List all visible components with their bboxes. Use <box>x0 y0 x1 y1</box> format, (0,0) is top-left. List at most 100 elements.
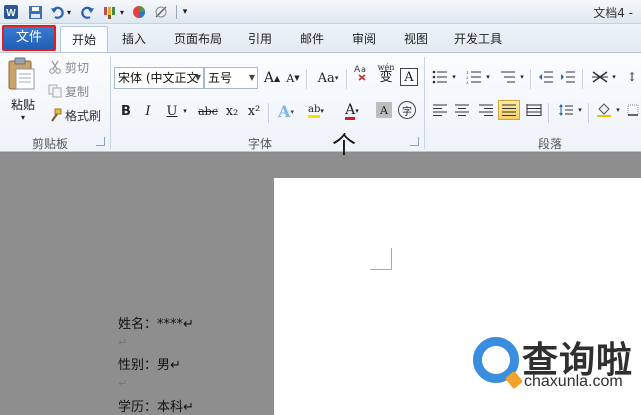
underline-dropdown-icon[interactable]: ▾ <box>180 101 190 121</box>
toolbar-divider <box>582 69 583 89</box>
color-wheel-icon[interactable] <box>130 2 148 22</box>
tab-file[interactable]: 文件 <box>2 25 56 51</box>
shading-dropdown-icon[interactable]: ▾ <box>614 100 622 120</box>
document-heading[interactable]: 个 <box>332 125 356 160</box>
shrink-font-icon: A <box>286 71 295 85</box>
group-separator <box>110 57 111 149</box>
tab-insert[interactable]: 插入 <box>114 26 154 52</box>
paste-dropdown-icon[interactable]: ▾ <box>6 113 40 122</box>
doc-line-name[interactable]: 姓名：****↵ <box>118 313 194 332</box>
char-border-button[interactable]: A <box>400 68 418 86</box>
save-icon[interactable] <box>26 2 44 22</box>
doc-line-education[interactable]: 学历：本科↵ <box>118 396 194 415</box>
doc-line-empty[interactable]: ↵ <box>118 336 127 349</box>
font-launcher-icon[interactable] <box>410 137 419 146</box>
group-separator <box>424 57 425 149</box>
grow-font-icon: A <box>263 70 274 86</box>
borders-button[interactable] <box>626 100 640 120</box>
distribute-button[interactable] <box>524 100 544 120</box>
superscript-icon: x² <box>247 103 261 119</box>
line-spacing-dropdown-icon[interactable]: ▾ <box>576 100 584 120</box>
pinyin-guide-button[interactable]: wén 变 <box>376 63 396 84</box>
tab-developer[interactable]: 开发工具 <box>446 26 510 52</box>
shading-button[interactable] <box>594 100 614 120</box>
tab-home[interactable]: 开始 <box>60 26 108 53</box>
italic-button[interactable]: I <box>138 101 158 121</box>
justify-icon <box>502 104 516 116</box>
grow-font-button[interactable]: A ▲ <box>262 68 282 88</box>
align-left-icon <box>433 104 447 116</box>
bullets-button[interactable] <box>430 67 450 87</box>
tab-mailings[interactable]: 邮件 <box>292 26 332 52</box>
font-name-dropdown-icon[interactable]: ▼ <box>195 68 201 88</box>
cut-button[interactable]: 剪切 <box>48 57 89 77</box>
ribbon-tab-row: 文件 开始 插入 页面布局 引用 邮件 审阅 视图 开发工具 <box>0 24 641 53</box>
undo-dropdown-icon[interactable]: ▾ <box>65 2 73 22</box>
undo-icon[interactable] <box>48 2 66 22</box>
asian-layout-dropdown-icon[interactable]: ▾ <box>610 67 618 87</box>
paste-icon <box>8 57 35 90</box>
bullets-dropdown-icon[interactable]: ▾ <box>450 67 458 87</box>
tab-view[interactable]: 视图 <box>396 26 436 52</box>
tab-references[interactable]: 引用 <box>240 26 280 52</box>
toolbar-divider <box>346 69 347 89</box>
font-size-dropdown-icon[interactable]: ▼ <box>249 68 255 88</box>
customize-qa-icon[interactable]: ▾ <box>180 2 190 22</box>
word-logo-icon[interactable]: W <box>2 2 20 22</box>
increase-indent-button[interactable] <box>558 67 578 87</box>
copy-button[interactable]: 复制 <box>48 81 89 101</box>
tab-page-layout[interactable]: 页面布局 <box>166 26 230 52</box>
font-size-combo[interactable]: 五号 ▼ <box>204 67 258 89</box>
asian-layout-button[interactable] <box>590 67 610 87</box>
format-painter-label: 格式刷 <box>65 108 102 123</box>
multilevel-dropdown-icon[interactable]: ▾ <box>518 67 526 87</box>
superscript-button[interactable]: x² <box>244 101 264 121</box>
highlight-icon: ab <box>308 104 321 118</box>
clear-format-button[interactable]: Aa <box>352 63 372 83</box>
numbering-dropdown-icon[interactable]: ▾ <box>484 67 492 87</box>
copy-icon <box>48 84 62 98</box>
bold-button[interactable]: B <box>116 101 136 121</box>
repeat-icon[interactable] <box>78 2 96 22</box>
highlight-button[interactable]: ab ▾ <box>306 101 326 121</box>
align-center-button[interactable] <box>452 100 472 120</box>
text-effect-button[interactable]: A ▾ <box>276 101 296 121</box>
format-painter-qa-icon[interactable] <box>100 2 118 22</box>
increase-indent-icon <box>561 71 575 83</box>
doc-line-empty[interactable]: ↵ <box>118 377 127 390</box>
decrease-indent-button[interactable] <box>536 67 556 87</box>
align-left-button[interactable] <box>430 100 450 120</box>
paste-button[interactable]: 粘贴 ▾ <box>6 57 40 122</box>
format-painter-button[interactable]: 格式刷 <box>48 105 101 125</box>
qa-dropdown-icon[interactable]: ▾ <box>118 2 126 22</box>
draw-icon[interactable] <box>152 2 170 22</box>
char-border-icon: A <box>404 69 414 85</box>
shrink-font-button[interactable]: A ▼ <box>283 68 303 88</box>
enclose-char-button[interactable]: 字 <box>398 101 416 119</box>
char-shading-button[interactable]: A <box>376 102 392 118</box>
align-right-button[interactable] <box>476 100 496 120</box>
scissors-icon <box>48 60 62 74</box>
justify-button[interactable] <box>498 100 520 120</box>
bullets-icon <box>432 70 447 84</box>
strikethrough-button[interactable]: abc <box>196 101 220 121</box>
borders-icon <box>627 104 639 116</box>
font-color-button[interactable]: A ▾ <box>342 101 362 121</box>
enclose-char-icon: 字 <box>402 106 412 118</box>
font-name-combo[interactable]: 宋体 (中文正文 ▼ <box>114 67 204 89</box>
sort-button[interactable]: ↕ <box>624 67 640 87</box>
svg-text:a: a <box>361 65 366 74</box>
subscript-button[interactable]: x₂ <box>222 101 242 121</box>
brush-icon <box>48 108 62 122</box>
doc-line-gender[interactable]: 性别：男↵ <box>118 354 181 373</box>
numbering-button[interactable]: 123 <box>464 67 484 87</box>
change-case-button[interactable]: Aa ▾ <box>314 68 342 88</box>
title-bar: W ▾ ▾ ▾ 文档4 - <box>0 0 641 24</box>
tab-review[interactable]: 审阅 <box>344 26 384 52</box>
qa-separator <box>175 5 177 19</box>
clipboard-launcher-icon[interactable] <box>96 137 105 146</box>
underline-button[interactable]: U <box>162 101 182 121</box>
multilevel-list-button[interactable] <box>498 67 518 87</box>
subscript-icon: x₂ <box>225 103 239 119</box>
line-spacing-button[interactable] <box>556 100 576 120</box>
